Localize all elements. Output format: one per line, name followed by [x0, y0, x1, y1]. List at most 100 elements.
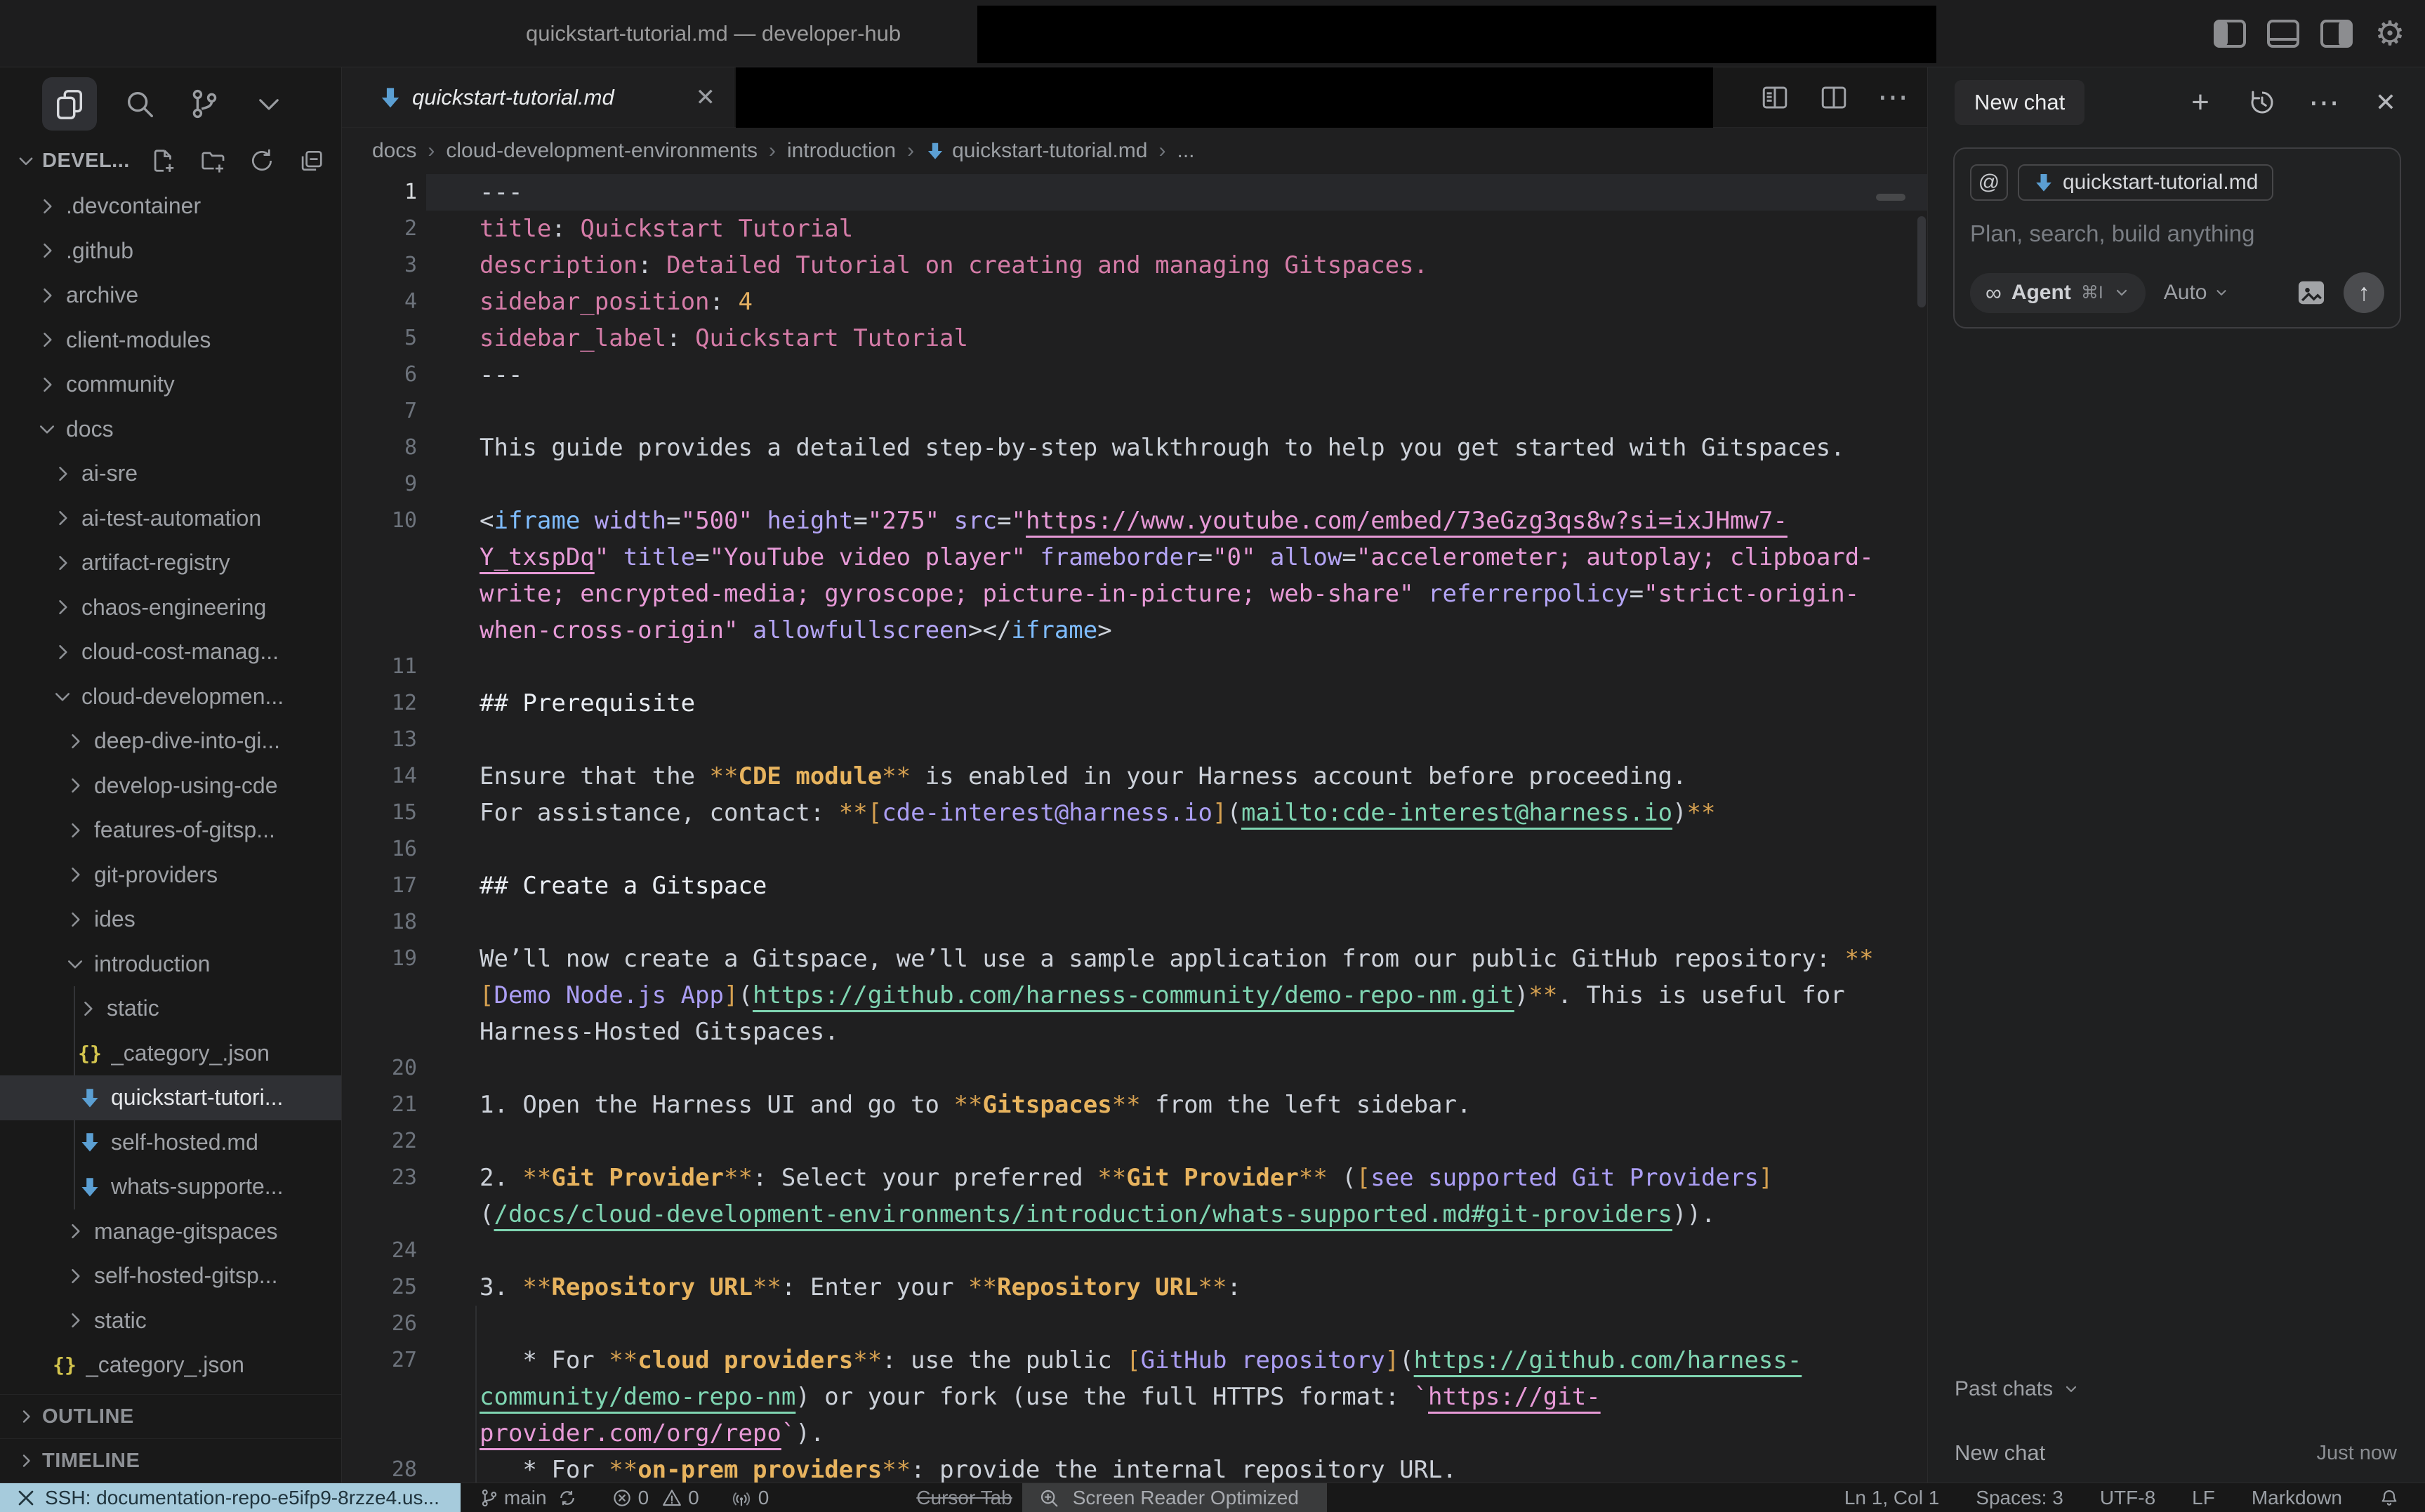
code-line-17[interactable]: 17## Create a Gitspace: [342, 868, 1927, 904]
tree-item-features-of-gitsp...[interactable]: features-of-gitsp...: [0, 808, 341, 853]
past-chats-toggle[interactable]: Past chats: [1955, 1377, 2397, 1401]
tree-item-self-hosted.md[interactable]: self-hosted.md: [0, 1120, 341, 1165]
tree-item--category-.json[interactable]: {}_category_.json: [0, 1343, 341, 1388]
search-icon[interactable]: [118, 82, 161, 126]
outline-panel-header[interactable]: OUTLINE: [0, 1394, 341, 1438]
code-line-14[interactable]: 14Ensure that the **CDE module** is enab…: [342, 758, 1927, 795]
tree-item-client-modules[interactable]: client-modules: [0, 318, 341, 363]
code-line-24[interactable]: 24: [342, 1233, 1927, 1269]
code-line-2[interactable]: 2title: Quickstart Tutorial: [342, 211, 1927, 247]
remote-indicator[interactable]: SSH: documentation-repo-e5ifp9-8rzze4.us…: [0, 1483, 461, 1512]
code-line-wrap[interactable]: Harness-Hosted Gitspaces.: [342, 1014, 1927, 1050]
tree-item-ides[interactable]: ides: [0, 897, 341, 942]
tree-item-community[interactable]: community: [0, 362, 341, 407]
code-line-21[interactable]: 211. Open the Harness UI and go to **Git…: [342, 1087, 1927, 1123]
tree-item-docs[interactable]: docs: [0, 407, 341, 452]
tree-item-develop-using-cde[interactable]: develop-using-cde: [0, 764, 341, 809]
code-line-7[interactable]: 7: [342, 393, 1927, 430]
code-line-1[interactable]: 1---: [342, 174, 1927, 211]
timeline-panel-header[interactable]: TIMELINE: [0, 1438, 341, 1483]
eol-sequence[interactable]: LF: [2192, 1487, 2215, 1509]
more-views-chevron-icon[interactable]: [247, 82, 291, 126]
tree-item-cloud-cost-manag...[interactable]: cloud-cost-manag...: [0, 630, 341, 675]
code-line-13[interactable]: 13: [342, 722, 1927, 758]
code-line-15[interactable]: 15For assistance, contact: **[cde-intere…: [342, 795, 1927, 831]
code-line-19[interactable]: 19We’ll now create a Gitspace, we’ll use…: [342, 941, 1927, 977]
tree-item-static[interactable]: static: [0, 1299, 341, 1344]
chat-more-icon[interactable]: ⋯: [2308, 87, 2339, 118]
code-line-9[interactable]: 9: [342, 466, 1927, 503]
context-file-chip[interactable]: quickstart-tutorial.md: [2018, 164, 2273, 201]
split-editor-icon[interactable]: [1818, 81, 1850, 114]
tree-item--category-.json[interactable]: {}_category_.json: [0, 1031, 341, 1076]
breadcrumb-item[interactable]: introduction: [787, 139, 896, 163]
breadcrumb-more[interactable]: ...: [1177, 139, 1195, 163]
new-chat-plus-icon[interactable]: +: [2185, 87, 2216, 118]
attach-image-icon[interactable]: [2296, 277, 2327, 308]
tree-item-.devcontainer[interactable]: .devcontainer: [0, 184, 341, 229]
cursor-position[interactable]: Ln 1, Col 1: [1844, 1487, 1939, 1509]
scrollbar-decoration[interactable]: [1876, 194, 1905, 201]
code-line-28[interactable]: 28 * For **on-prem providers**: provide …: [342, 1452, 1927, 1483]
breadcrumb-file[interactable]: quickstart-tutorial.md: [925, 139, 1147, 163]
tab-close-icon[interactable]: ✕: [696, 84, 716, 112]
past-chat-item[interactable]: New chat Just now: [1955, 1440, 2397, 1466]
chat-history-icon[interactable]: [2247, 87, 2278, 118]
tree-item-cloud-developmen...[interactable]: cloud-developmen...: [0, 675, 341, 719]
code-line-wrap[interactable]: write; encrypted-media; gyroscope; pictu…: [342, 576, 1927, 612]
chat-title-tab[interactable]: New chat: [1955, 80, 2084, 125]
agent-mode-selector[interactable]: ∞ Agent ⌘I: [1970, 273, 2146, 313]
tree-item-artifact-registry[interactable]: artifact-registry: [0, 541, 341, 585]
more-actions-icon[interactable]: ⋯: [1877, 81, 1909, 114]
code-line-26[interactable]: 26: [342, 1306, 1927, 1342]
code-line-20[interactable]: 20: [342, 1050, 1927, 1087]
problems-status[interactable]: 0 0: [612, 1487, 699, 1509]
notifications-bell-icon[interactable]: [2379, 1487, 2400, 1508]
tree-item-static[interactable]: static: [0, 986, 341, 1031]
tab-quickstart-tutorial[interactable]: quickstart-tutorial.md ✕: [342, 67, 734, 127]
code-line-wrap[interactable]: (/docs/cloud-development-environments/in…: [342, 1196, 1927, 1233]
code-line-12[interactable]: 12## Prerequisite: [342, 685, 1927, 722]
code-line-3[interactable]: 3description: Detailed Tutorial on creat…: [342, 247, 1927, 284]
tree-item-whats-supporte...[interactable]: whats-supporte...: [0, 1165, 341, 1209]
code-line-wrap[interactable]: community/demo-repo-nm) or your fork (us…: [342, 1379, 1927, 1415]
tree-item-quickstart-tutori...[interactable]: quickstart-tutori...: [0, 1075, 341, 1120]
explorer-section-header[interactable]: DEVEL...: [0, 140, 341, 181]
tree-item-chaos-engineering[interactable]: chaos-engineering: [0, 585, 341, 630]
breadcrumb-item[interactable]: docs: [372, 139, 416, 163]
cursor-tab-status[interactable]: Cursor Tab: [916, 1487, 1012, 1509]
code-line-16[interactable]: 16: [342, 831, 1927, 868]
code-line-wrap[interactable]: when-cross-origin" allowfullscreen></ifr…: [342, 612, 1927, 649]
add-context-button[interactable]: @: [1970, 164, 2008, 201]
ports-status[interactable]: 0: [730, 1487, 769, 1509]
explorer-icon[interactable]: [42, 77, 97, 131]
tree-item-self-hosted-gitsp...[interactable]: self-hosted-gitsp...: [0, 1254, 341, 1299]
code-line-27[interactable]: 27 * For **cloud providers**: use the pu…: [342, 1342, 1927, 1379]
code-line-18[interactable]: 18: [342, 904, 1927, 941]
breadcrumb-item[interactable]: cloud-development-environments: [446, 139, 758, 163]
code-line-4[interactable]: 4sidebar_position: 4: [342, 284, 1927, 320]
toggle-sidebar-icon[interactable]: [2213, 17, 2247, 51]
tree-item-deep-dive-into-gi...[interactable]: deep-dive-into-gi...: [0, 719, 341, 764]
open-preview-icon[interactable]: [1759, 81, 1791, 114]
code-line-22[interactable]: 22: [342, 1123, 1927, 1160]
chat-close-icon[interactable]: ✕: [2370, 87, 2401, 118]
code-line-6[interactable]: 6---: [342, 357, 1927, 393]
new-file-icon[interactable]: [149, 146, 178, 175]
code-line-25[interactable]: 253. **Repository URL**: Enter your **Re…: [342, 1269, 1927, 1306]
code-line-8[interactable]: 8This guide provides a detailed step-by-…: [342, 430, 1927, 466]
refresh-icon[interactable]: [247, 146, 277, 175]
code-editor[interactable]: 1---2title: Quickstart Tutorial3descript…: [342, 174, 1927, 1483]
tree-item-ai-sre[interactable]: ai-sre: [0, 451, 341, 496]
tree-item-introduction[interactable]: introduction: [0, 942, 341, 987]
code-line-23[interactable]: 232. **Git Provider**: Select your prefe…: [342, 1160, 1927, 1196]
screen-reader-status[interactable]: Screen Reader Optimized: [1022, 1483, 1327, 1512]
tree-item-.github[interactable]: .github: [0, 229, 341, 274]
tree-item-archive[interactable]: archive: [0, 273, 341, 318]
code-line-wrap[interactable]: provider.com/org/repo`).: [342, 1415, 1927, 1452]
chat-input-box[interactable]: @ quickstart-tutorial.md Plan, search, b…: [1953, 147, 2401, 329]
settings-gear-icon[interactable]: ⚙: [2373, 17, 2407, 51]
git-branch-status[interactable]: main: [479, 1487, 578, 1509]
code-line-10[interactable]: 10<iframe width="500" height="275" src="…: [342, 503, 1927, 539]
send-button[interactable]: ↑: [2344, 272, 2384, 313]
